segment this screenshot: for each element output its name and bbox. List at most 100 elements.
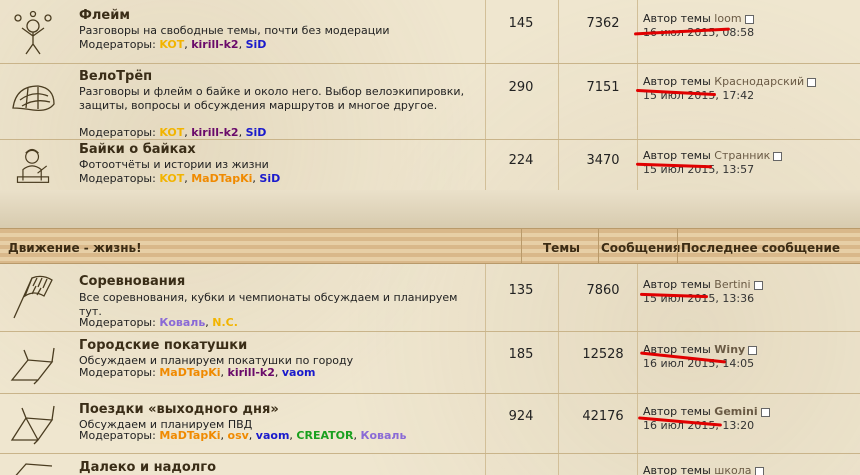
bike-frame-icon <box>8 460 58 475</box>
column-divider <box>558 264 559 331</box>
column-divider <box>558 394 559 453</box>
column-divider <box>485 264 486 331</box>
moderator-link[interactable]: CREATOR <box>296 429 353 442</box>
moderator-link[interactable]: KOT <box>159 126 184 139</box>
column-divider <box>677 229 678 263</box>
moderators-label: Модераторы: <box>79 429 156 442</box>
topic-count: 924 <box>508 409 534 424</box>
forum-title-link[interactable]: Далеко и надолго <box>79 460 216 475</box>
forum-title-link[interactable]: Поездки «выходного дня» <box>79 402 279 417</box>
post-count: 42176 <box>582 409 624 424</box>
last-post: Автор темы Странник 15 июл 2015, 13:57 <box>643 149 783 176</box>
last-post-user-link[interactable]: школа <box>714 464 751 475</box>
moderator-link[interactable]: vaom <box>256 429 290 442</box>
moderator-link[interactable]: MaDTapKi <box>191 172 252 185</box>
last-post-user-link[interactable]: loom <box>714 12 741 25</box>
forum-row: Далеко и надолго Автор темы школа <box>0 454 860 475</box>
go-to-post-icon[interactable] <box>760 407 770 417</box>
forum-description: Фотоотчёты и истории из жизни <box>79 158 269 171</box>
moderator-link[interactable]: N.C. <box>212 316 238 329</box>
column-header-topics: Темы <box>543 241 580 255</box>
moderators-line: Модераторы: Коваль, N.C. <box>79 316 238 329</box>
column-header-posts: Сообщения <box>601 241 681 255</box>
column-divider <box>558 64 559 139</box>
go-to-post-icon[interactable] <box>754 466 764 475</box>
column-divider <box>637 394 638 453</box>
post-count: 7860 <box>586 283 620 298</box>
column-divider <box>637 264 638 331</box>
forum-title-link[interactable]: Байки о байках <box>79 142 196 157</box>
last-post-user-link[interactable]: Winy <box>714 343 745 356</box>
moderator-link[interactable]: SiD <box>259 172 280 185</box>
last-post: Автор темы Bertini 15 июл 2015, 13:36 <box>643 278 763 305</box>
column-divider <box>598 229 599 263</box>
moderator-link[interactable]: MaDTapKi <box>159 429 220 442</box>
topic-count: 185 <box>508 347 534 362</box>
juggler-icon <box>8 10 58 56</box>
moderator-link[interactable]: SiD <box>246 126 267 139</box>
forum-row: Городские покатушки Обсуждаем и планируе… <box>0 332 860 394</box>
forum-row: Поездки «выходного дня» Обсуждаем и план… <box>0 394 860 454</box>
last-post-user-link[interactable]: Краснодарский <box>714 75 804 88</box>
forum-description: Все соревнования, кубки и чемпионаты обс… <box>79 291 458 318</box>
column-divider <box>558 0 559 63</box>
forum-title-link[interactable]: Флейм <box>79 8 130 23</box>
moderator-link[interactable]: KOT <box>159 172 184 185</box>
column-divider <box>521 229 522 263</box>
moderator-link[interactable]: Коваль <box>360 429 406 442</box>
post-count: 7362 <box>586 16 620 31</box>
bike-frame-icon <box>8 400 58 446</box>
moderators-label: Модераторы: <box>79 126 156 139</box>
moderator-link[interactable]: Коваль <box>159 316 205 329</box>
go-to-post-icon[interactable] <box>753 280 763 290</box>
moderator-link[interactable]: kirill-k2 <box>191 126 238 139</box>
moderator-link[interactable]: KOT <box>159 38 184 51</box>
moderators-label: Модераторы: <box>79 316 156 329</box>
moderator-link[interactable]: osv <box>228 429 249 442</box>
moderator-link[interactable]: MaDTapKi <box>159 366 220 379</box>
column-divider <box>558 454 559 475</box>
go-to-post-icon[interactable] <box>773 151 783 161</box>
column-divider <box>558 140 559 190</box>
author-label: Автор темы <box>643 75 711 88</box>
writer-icon <box>8 144 58 186</box>
moderator-link[interactable]: vaom <box>282 366 316 379</box>
column-divider <box>485 454 486 475</box>
last-post: Автор темы loom 16 июл 2015, 08:58 <box>643 12 754 39</box>
go-to-post-icon[interactable] <box>744 14 754 24</box>
forum-title-link[interactable]: Городские покатушки <box>79 338 247 353</box>
last-post-user-link[interactable]: Bertini <box>714 278 750 291</box>
moderators-line: Модераторы: KOT, MaDTapKi, SiD <box>79 172 281 185</box>
forum-description: Разговоры на свободные темы, почти без м… <box>79 24 390 37</box>
column-divider <box>485 332 486 393</box>
author-label: Автор темы <box>643 12 711 25</box>
moderators-line: Модераторы: MaDTapKi, osv, vaom, CREATOR… <box>79 429 407 442</box>
column-divider <box>485 0 486 63</box>
paper-divider <box>0 190 860 228</box>
go-to-post-icon[interactable] <box>748 345 758 355</box>
moderator-link[interactable]: kirill-k2 <box>191 38 238 51</box>
go-to-post-icon[interactable] <box>807 77 817 87</box>
moderators-label: Модераторы: <box>79 172 156 185</box>
forum-title-link[interactable]: ВелоТрёп <box>79 69 152 84</box>
author-label: Автор темы <box>643 149 711 162</box>
column-divider <box>558 332 559 393</box>
topic-count: 290 <box>508 80 534 95</box>
forum-description: Разговоры и флейм о байке и около него. … <box>79 85 465 112</box>
forum-title-link[interactable]: Соревнования <box>79 274 185 289</box>
last-post-user-link[interactable]: Странник <box>714 149 770 162</box>
moderators-line: Модераторы: MaDTapKi, kirill-k2, vaom <box>79 366 316 379</box>
moderator-link[interactable]: kirill-k2 <box>228 366 275 379</box>
post-count: 3470 <box>586 153 620 168</box>
author-label: Автор темы <box>643 464 711 475</box>
column-divider <box>637 64 638 139</box>
moderator-link[interactable]: SiD <box>246 38 267 51</box>
column-divider <box>637 454 638 475</box>
topic-count: 224 <box>508 153 534 168</box>
last-post-user-link[interactable]: Gemini <box>714 405 757 418</box>
column-divider <box>637 332 638 393</box>
last-post: Автор темы школа <box>643 464 764 475</box>
category-title[interactable]: Движение - жизнь! <box>8 241 142 255</box>
forum-row: Байки о байках Фотоотчёты и истории из ж… <box>0 140 860 190</box>
post-count: 12528 <box>582 347 624 362</box>
